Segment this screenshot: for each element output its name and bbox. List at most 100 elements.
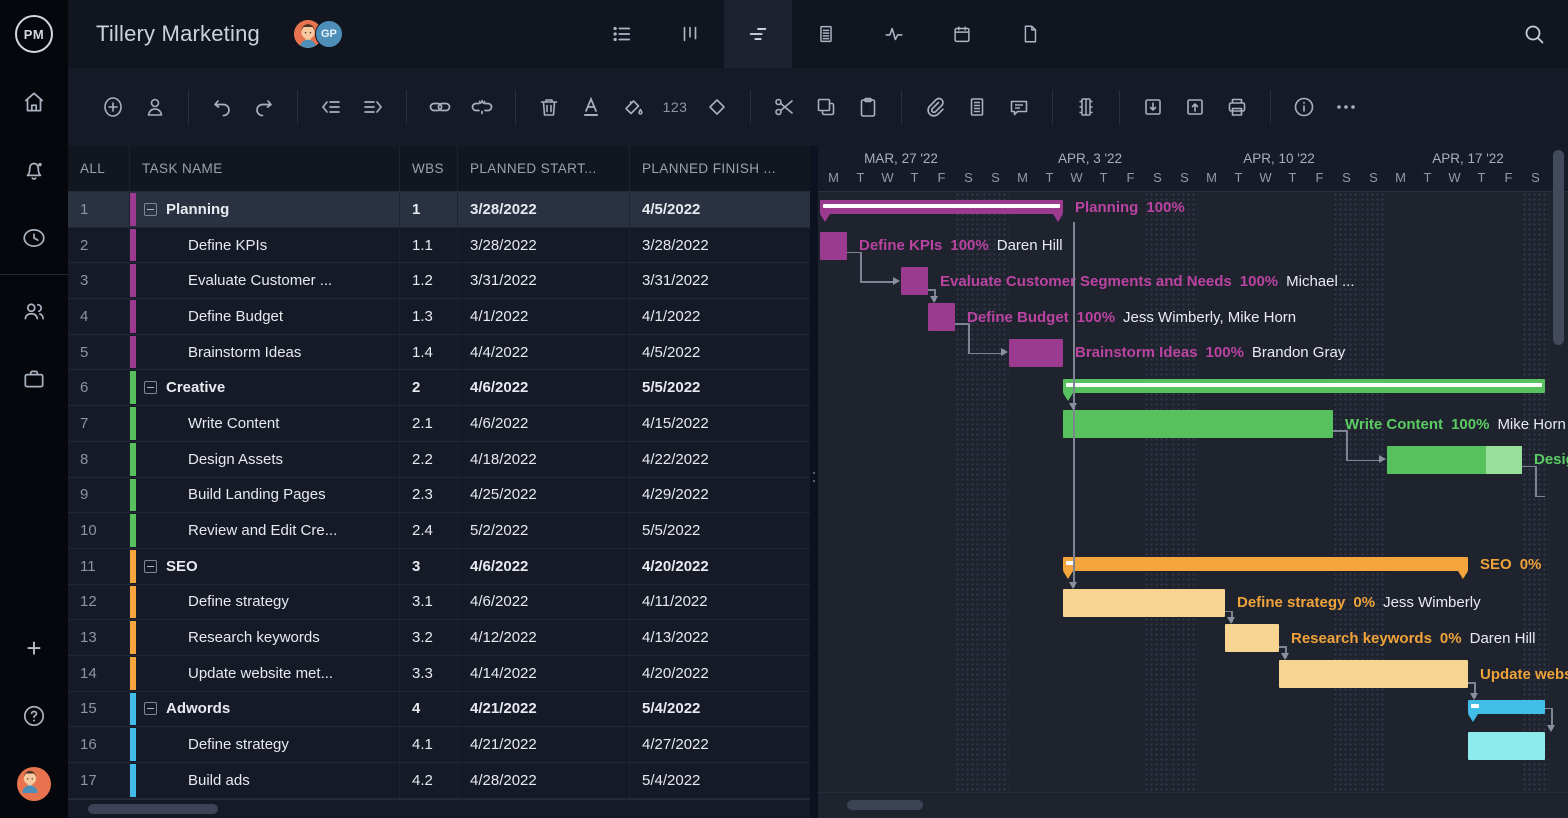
cell-wbs[interactable]: 2.1 <box>400 406 458 441</box>
task-bar[interactable] <box>1009 339 1063 367</box>
column-header-finish[interactable]: PLANNED FINISH ... <box>630 146 810 191</box>
cell-wbs[interactable]: 2 <box>400 370 458 405</box>
task-bar[interactable] <box>1387 446 1522 474</box>
sidebar-item-home[interactable] <box>0 68 68 136</box>
cell-planned-start[interactable]: 4/18/2022 <box>458 442 630 477</box>
cell-planned-start[interactable]: 4/4/2022 <box>458 335 630 370</box>
cell-wbs[interactable]: 1.2 <box>400 263 458 298</box>
toolbar-notes-button[interactable] <box>956 85 998 129</box>
task-bar[interactable] <box>1279 660 1468 688</box>
row-number-cell[interactable]: 12 <box>68 585 130 620</box>
task-bar[interactable] <box>928 303 955 331</box>
task-bar[interactable] <box>1225 624 1279 652</box>
cell-planned-start[interactable]: 5/2/2022 <box>458 513 630 548</box>
summary-bar[interactable] <box>1468 700 1545 714</box>
row-number-cell[interactable]: 1 <box>68 192 130 227</box>
task-bar[interactable] <box>820 232 847 260</box>
cell-planned-finish[interactable]: 3/31/2022 <box>630 263 810 298</box>
pm-logo[interactable]: PM <box>0 0 68 68</box>
cell-task-name[interactable]: SEO <box>130 549 400 584</box>
row-number-cell[interactable]: 8 <box>68 442 130 477</box>
cell-planned-finish[interactable]: 4/22/2022 <box>630 442 810 477</box>
table-row[interactable]: 1Planning13/28/20224/5/2022 <box>68 192 810 228</box>
table-row[interactable]: 6Creative24/6/20225/5/2022 <box>68 370 810 406</box>
toolbar-more-button[interactable] <box>1325 85 1367 129</box>
cell-planned-finish[interactable]: 4/11/2022 <box>630 585 810 620</box>
toolbar-indent-button[interactable] <box>352 85 394 129</box>
cell-wbs[interactable]: 2.3 <box>400 478 458 513</box>
cell-task-name[interactable]: Adwords <box>130 692 400 727</box>
cell-planned-start[interactable]: 4/12/2022 <box>458 620 630 655</box>
sidebar-item-portfolio[interactable] <box>0 345 68 413</box>
tab-docs[interactable] <box>996 0 1064 68</box>
table-row[interactable]: 11SEO34/6/20224/20/2022 <box>68 549 810 585</box>
column-header-start[interactable]: PLANNED START... <box>458 146 630 191</box>
cell-task-name[interactable]: Update website met... <box>130 656 400 691</box>
cell-task-name[interactable]: Build Landing Pages <box>130 478 400 513</box>
table-row[interactable]: 16Define strategy4.14/21/20224/27/2022 <box>68 727 810 763</box>
row-number-cell[interactable]: 3 <box>68 263 130 298</box>
tab-calendar[interactable] <box>928 0 996 68</box>
table-row[interactable]: 10Review and Edit Cre...2.45/2/20225/5/2… <box>68 513 810 549</box>
cell-planned-finish[interactable]: 4/13/2022 <box>630 620 810 655</box>
cell-planned-finish[interactable]: 4/20/2022 <box>630 656 810 691</box>
sidebar-item-add[interactable]: + <box>0 614 68 682</box>
toolbar-unlink-tasks-button[interactable] <box>461 85 503 129</box>
toolbar-add-task-button[interactable] <box>92 85 134 129</box>
cell-task-name[interactable]: Define strategy <box>130 727 400 762</box>
cell-wbs[interactable]: 2.4 <box>400 513 458 548</box>
toolbar-delete-button[interactable] <box>528 85 570 129</box>
table-row[interactable]: 9Build Landing Pages2.34/25/20224/29/202… <box>68 478 810 514</box>
gantt-hscrollbar[interactable] <box>818 792 1568 818</box>
cell-planned-finish[interactable]: 5/5/2022 <box>630 370 810 405</box>
gantt-vscroll-thumb[interactable] <box>1553 150 1564 345</box>
table-row[interactable]: 13Research keywords3.24/12/20224/13/2022 <box>68 620 810 656</box>
cell-wbs[interactable]: 2.2 <box>400 442 458 477</box>
collapse-toggle-icon[interactable] <box>144 560 157 573</box>
toolbar-copy-button[interactable] <box>805 85 847 129</box>
cell-planned-finish[interactable]: 5/4/2022 <box>630 692 810 727</box>
row-number-cell[interactable]: 16 <box>68 727 130 762</box>
cell-planned-finish[interactable]: 4/1/2022 <box>630 299 810 334</box>
row-number-cell[interactable]: 5 <box>68 335 130 370</box>
cell-planned-start[interactable]: 4/21/2022 <box>458 692 630 727</box>
table-row[interactable]: 7Write Content2.14/6/20224/15/2022 <box>68 406 810 442</box>
task-bar[interactable] <box>1063 589 1225 617</box>
column-header-all[interactable]: ALL <box>68 146 130 191</box>
cell-task-name[interactable]: Research keywords <box>130 620 400 655</box>
cell-planned-start[interactable]: 4/6/2022 <box>458 406 630 441</box>
summary-bar[interactable] <box>1063 557 1468 571</box>
row-number-cell[interactable]: 7 <box>68 406 130 441</box>
table-row[interactable]: 3Evaluate Customer ...1.23/31/20223/31/2… <box>68 263 810 299</box>
cell-task-name[interactable]: Review and Edit Cre... <box>130 513 400 548</box>
tab-sheet[interactable] <box>792 0 860 68</box>
toolbar-info-button[interactable] <box>1283 85 1325 129</box>
sidebar-item-timesheets[interactable] <box>0 204 68 272</box>
cell-planned-start[interactable]: 4/6/2022 <box>458 549 630 584</box>
collapse-toggle-icon[interactable] <box>144 203 157 216</box>
cell-planned-finish[interactable]: 4/29/2022 <box>630 478 810 513</box>
table-row[interactable]: 17Build ads4.24/28/20225/4/2022 <box>68 763 810 799</box>
cell-wbs[interactable]: 1.4 <box>400 335 458 370</box>
row-number-cell[interactable]: 14 <box>68 656 130 691</box>
task-bar[interactable] <box>901 267 928 295</box>
table-row[interactable]: 8Design Assets2.24/18/20224/22/2022 <box>68 442 810 478</box>
cell-planned-finish[interactable]: 5/4/2022 <box>630 763 810 798</box>
cell-task-name[interactable]: Define KPIs <box>130 228 400 263</box>
cell-planned-finish[interactable]: 4/5/2022 <box>630 192 810 227</box>
table-row[interactable]: 12Define strategy3.14/6/20224/11/2022 <box>68 585 810 621</box>
toolbar-fill-color-button[interactable] <box>612 85 654 129</box>
cell-wbs[interactable]: 1.1 <box>400 228 458 263</box>
cell-planned-start[interactable]: 4/21/2022 <box>458 727 630 762</box>
cell-wbs[interactable]: 3.3 <box>400 656 458 691</box>
cell-planned-start[interactable]: 4/6/2022 <box>458 585 630 620</box>
tab-activity[interactable] <box>860 0 928 68</box>
cell-planned-start[interactable]: 4/28/2022 <box>458 763 630 798</box>
cell-wbs[interactable]: 4.1 <box>400 727 458 762</box>
toolbar-milestone-button[interactable] <box>696 85 738 129</box>
sidebar-item-team[interactable] <box>0 277 68 345</box>
gantt-hscroll-thumb[interactable] <box>847 800 923 810</box>
toolbar-number-format-button[interactable]: 123 <box>654 85 696 129</box>
cell-planned-start[interactable]: 3/28/2022 <box>458 228 630 263</box>
cell-planned-finish[interactable]: 4/15/2022 <box>630 406 810 441</box>
